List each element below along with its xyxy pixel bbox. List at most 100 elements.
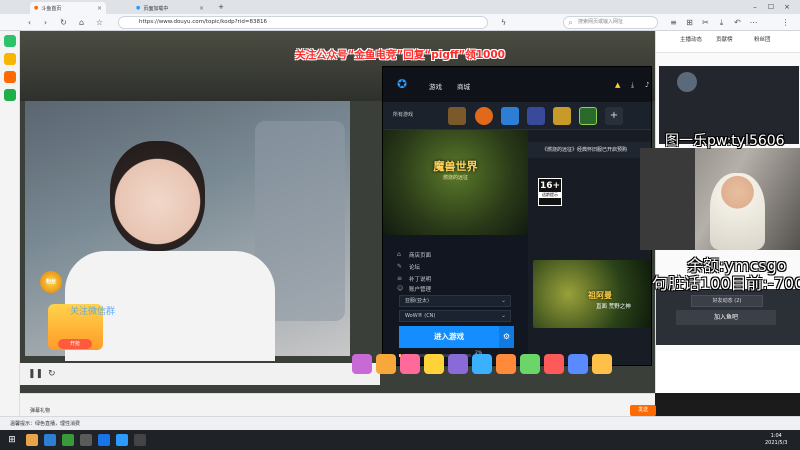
undo-icon[interactable]: ↶ [732, 17, 743, 28]
tab-loading[interactable]: ● 页面加载中 × [132, 2, 208, 14]
tab-label: 斗鱼首页 [41, 5, 62, 12]
ad-button[interactable]: 开抢 [58, 339, 92, 349]
star-icon[interactable]: ☆ [94, 17, 105, 28]
monitor [640, 148, 695, 250]
gift-icon[interactable] [472, 354, 492, 374]
url-input[interactable]: https://www.douyu.com/topic/kodp?rid=838… [118, 16, 488, 29]
fans-button[interactable]: 好友动态 (2) [691, 295, 763, 307]
battlenet-taskbar-icon[interactable] [116, 434, 128, 446]
tab-streamer[interactable]: 主播动态 [680, 35, 702, 43]
explorer-icon[interactable] [26, 434, 38, 446]
side-link-account[interactable]: 账户管理 [409, 285, 431, 293]
forward-icon[interactable]: › [40, 17, 51, 28]
app-icon-green[interactable] [4, 35, 16, 47]
region-select[interactable]: 亚服(亚太) [399, 295, 511, 307]
starcraft-icon[interactable] [527, 107, 545, 125]
app-icon[interactable] [62, 434, 74, 446]
hearthstone-icon[interactable] [501, 107, 519, 125]
taskbar: ⊞ 1:04 2021/5/3 [0, 430, 800, 450]
status-text: 温馨提示：绿色直播，理性消费 [10, 421, 81, 427]
bnet-main: ⚠ 《燃烧的远征》经典怀旧服已开启预购 16+ 适龄提示 祖阿曼 直面 荒野之神 [528, 130, 651, 365]
search-icon: ⌕ [568, 18, 573, 27]
minimize-icon[interactable]: – [748, 2, 762, 12]
battlenet-logo-icon[interactable]: ✪ [397, 77, 413, 91]
version-select[interactable]: WoW® (CN) [399, 310, 511, 322]
menu-icon[interactable]: ≡ [668, 17, 679, 28]
search-input[interactable]: 搜索网页或输入网址 [563, 16, 658, 29]
home-icon[interactable]: ⌂ [76, 17, 87, 28]
bell-icon[interactable]: ♪ [645, 81, 649, 89]
wow-subtitle: 燃烧的远征 [442, 175, 468, 181]
tab-rank[interactable]: 贡献榜 [716, 35, 733, 43]
gift-icon[interactable] [448, 354, 468, 374]
tab-douyu[interactable]: ● 斗鱼首页 × [30, 2, 106, 14]
steam-icon[interactable] [134, 434, 146, 446]
gift-icon[interactable] [400, 354, 420, 374]
scissors-icon[interactable]: ✂ [700, 17, 711, 28]
app-icon[interactable] [98, 434, 110, 446]
send-button[interactable]: 发送 [630, 405, 656, 416]
star-app-icon[interactable] [4, 53, 16, 65]
grid-icon[interactable]: ⊞ [684, 17, 695, 28]
wow-classic-icon[interactable] [448, 107, 466, 125]
nav-shop[interactable]: 商城 [457, 81, 470, 91]
overlay-counter: 句脏话100目前:-700 [652, 274, 800, 293]
address-toolbar: ‹ › ↻ ⌂ ☆ https://www.douyu.com/topic/ko… [0, 14, 800, 31]
download-icon[interactable]: ⤓ [716, 17, 727, 28]
overwatch-icon[interactable] [475, 107, 493, 125]
refresh-icon[interactable]: ↻ [48, 369, 56, 379]
gear-icon[interactable]: ⚙ [499, 326, 514, 348]
diablo-icon[interactable] [553, 107, 571, 125]
clock[interactable]: 1:04 2021/5/3 [765, 433, 787, 447]
alert-icon[interactable]: ▲ [615, 81, 620, 89]
side-link-patch[interactable]: 补丁说明 [409, 275, 431, 283]
all-games-label[interactable]: 所有游戏 [393, 111, 413, 118]
close-icon[interactable]: × [199, 5, 204, 12]
notice-banner[interactable]: 《燃烧的远征》经典怀旧服已开启预购 [528, 142, 651, 158]
add-game-icon[interactable]: + [605, 107, 623, 125]
play-button[interactable]: 进入游戏 [399, 326, 499, 348]
gift-icon[interactable] [376, 354, 396, 374]
more-icon[interactable]: ⋮ [780, 17, 791, 28]
back-icon[interactable]: ‹ [24, 17, 35, 28]
tab-fans[interactable]: 粉丝团 [754, 35, 771, 43]
calendar-icon[interactable] [4, 89, 16, 101]
gift-icon[interactable] [520, 354, 540, 374]
lightning-icon[interactable]: ϟ [498, 17, 509, 28]
game-bar: 所有游戏 + [383, 102, 651, 130]
windows-start-icon[interactable]: ⊞ [6, 434, 18, 446]
extensions-icon[interactable]: ⋯ [748, 17, 759, 28]
avatar[interactable] [677, 72, 697, 92]
app-icon[interactable] [80, 434, 92, 446]
browser-icon[interactable] [44, 434, 56, 446]
close-icon[interactable]: × [97, 5, 102, 12]
fan-badge[interactable]: 粉丝 [40, 271, 62, 293]
close-window-icon[interactable]: × [780, 2, 794, 12]
streamer-face [110, 141, 205, 251]
gift-icon[interactable] [424, 354, 444, 374]
gift-icon[interactable] [496, 354, 516, 374]
gift-icon[interactable] [544, 354, 564, 374]
gift-icon[interactable] [568, 354, 588, 374]
wow-icon[interactable] [579, 107, 597, 125]
gift-icon[interactable] [352, 354, 372, 374]
chat-list [656, 351, 800, 393]
side-link-shop[interactable]: 商店页面 [409, 251, 431, 259]
time-text: 1:04 [770, 433, 782, 439]
download-icon[interactable]: ⤓ [631, 81, 634, 90]
subscribe-button[interactable]: 加入鱼吧 [676, 310, 776, 325]
second-camera [640, 148, 800, 250]
news-subtitle: 直面 荒野之神 [596, 304, 631, 310]
new-tab-icon[interactable]: + [214, 2, 228, 12]
bnet-sidebar: 魔兽世界 燃烧的远征 ⌂ 商店页面 ✎ 论坛 ≡ 补丁说明 ☺ 账户管理 亚服(… [383, 130, 528, 365]
pause-icon[interactable]: ❚❚ [28, 369, 43, 379]
refresh-icon[interactable]: ↻ [58, 17, 69, 28]
gift-icon[interactable] [592, 354, 612, 374]
side-link-forum[interactable]: 论坛 [409, 263, 420, 271]
nav-games[interactable]: 游戏 [429, 81, 442, 91]
wechat-watermark: 关注微信群 [70, 307, 116, 317]
forum-icon: ✎ [397, 263, 403, 270]
maximize-icon[interactable]: ☐ [764, 2, 778, 12]
chat-tab-label[interactable]: 弹幕礼物 [30, 407, 50, 414]
weibo-icon[interactable] [4, 71, 16, 83]
